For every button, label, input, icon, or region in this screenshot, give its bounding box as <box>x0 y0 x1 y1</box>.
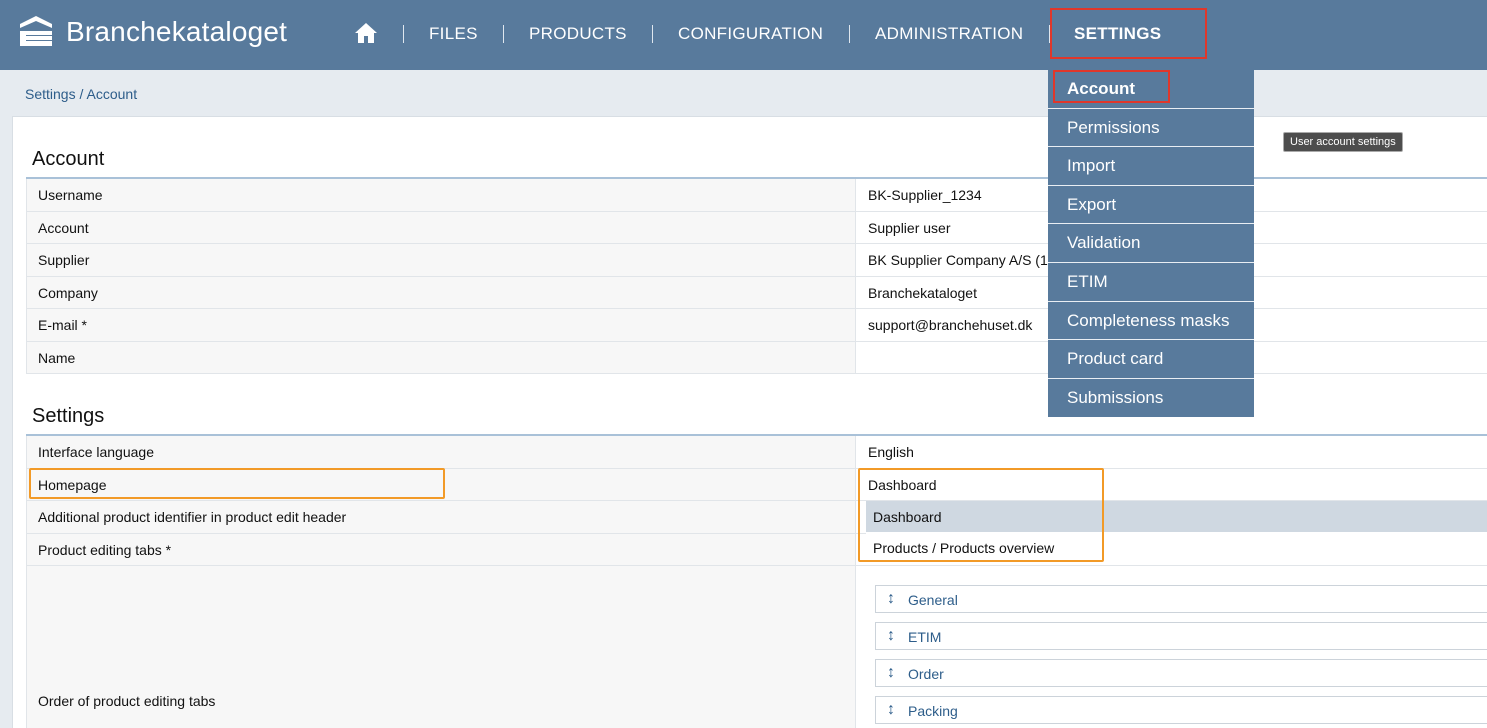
menu-item-label: Completeness masks <box>1067 310 1230 330</box>
row-label: Username <box>38 187 103 203</box>
homepage-label-highlight <box>29 468 445 499</box>
account-row-account: Account Supplier user <box>26 212 1487 244</box>
top-navigation-bar: Branchekataloget FILES PRODUCTS CONFIGUR… <box>0 0 1487 70</box>
settings-row-interface-language: Interface language English <box>26 436 1487 469</box>
account-menu-highlight-box <box>1053 70 1170 103</box>
tab-order-label: Order <box>908 666 944 682</box>
menu-item-validation[interactable]: Validation <box>1048 224 1254 263</box>
menu-item-etim[interactable]: ETIM <box>1048 263 1254 302</box>
row-label: E-mail * <box>38 317 88 333</box>
breadcrumb-settings[interactable]: Settings <box>25 86 76 102</box>
nav-configuration[interactable]: CONFIGURATION <box>678 24 823 44</box>
menu-item-label: Submissions <box>1067 387 1164 407</box>
tab-order-item-packing[interactable]: ↕ Packing <box>875 696 1487 724</box>
nav-separator <box>652 25 653 43</box>
drag-handle-icon[interactable]: ↕ <box>887 590 895 608</box>
settings-dropdown-menu: Account Permissions Import Export Valida… <box>1048 70 1254 418</box>
account-type-value: Supplier user <box>868 219 951 236</box>
menu-item-permissions[interactable]: Permissions <box>1048 109 1254 148</box>
menu-item-label: Product card <box>1067 349 1164 369</box>
tab-order-item-etim[interactable]: ↕ ETIM <box>875 622 1487 650</box>
tab-order-item-order[interactable]: ↕ Order <box>875 659 1487 687</box>
account-tooltip: User account settings <box>1283 132 1403 152</box>
settings-highlight-box <box>1050 8 1207 59</box>
menu-item-label: Import <box>1067 156 1116 176</box>
row-label: Order of product editing tabs <box>38 693 216 709</box>
drag-handle-icon[interactable]: ↕ <box>887 664 895 682</box>
nav-separator <box>849 25 850 43</box>
tab-order-label: ETIM <box>908 629 942 645</box>
account-row-name: Name <box>26 342 1487 374</box>
row-label: Additional product identifier in product… <box>38 509 347 525</box>
tab-order-item-general[interactable]: ↕ General <box>875 585 1487 613</box>
menu-item-submissions[interactable]: Submissions <box>1048 379 1254 418</box>
email-field[interactable]: support@branchehuset.dk <box>868 317 1032 333</box>
tab-order-label: Packing <box>908 703 958 719</box>
menu-item-label: Permissions <box>1067 117 1160 137</box>
nav-separator <box>403 25 404 43</box>
account-row-email: E-mail * support@branchehuset.dk <box>26 309 1487 342</box>
nav-products[interactable]: PRODUCTS <box>529 24 627 44</box>
row-label: Name <box>38 349 76 366</box>
tab-order-label: General <box>908 592 958 608</box>
logo-icon <box>20 16 52 46</box>
row-label: Company <box>38 284 98 301</box>
breadcrumb-separator: / <box>75 86 87 102</box>
homepage-dropdown-highlight <box>858 468 1104 562</box>
menu-item-export[interactable]: Export <box>1048 186 1254 225</box>
nav-separator <box>503 25 504 43</box>
brand-name: Branchekataloget <box>66 16 288 47</box>
account-row-username: Username BK-Supplier_1234 <box>26 179 1487 212</box>
menu-item-product-card[interactable]: Product card <box>1048 340 1254 379</box>
row-label: Supplier <box>38 252 90 268</box>
username-value: BK-Supplier_1234 <box>868 187 982 203</box>
account-row-supplier: Supplier BK Supplier Company A/S (12 <box>26 244 1487 277</box>
settings-section-title: Settings <box>32 405 105 427</box>
row-label: Product editing tabs * <box>38 541 172 558</box>
account-row-company: Company Branchekataloget <box>26 277 1487 309</box>
account-section-title: Account <box>32 148 105 170</box>
menu-item-label: Export <box>1067 194 1117 214</box>
nav-administration[interactable]: ADMINISTRATION <box>875 24 1023 44</box>
menu-item-label: ETIM <box>1067 271 1108 291</box>
supplier-value: BK Supplier Company A/S (12 <box>868 252 1056 268</box>
drag-handle-icon[interactable]: ↕ <box>887 701 895 719</box>
row-label: Interface language <box>38 444 154 460</box>
breadcrumb: Settings / Account <box>25 86 137 102</box>
menu-item-import[interactable]: Import <box>1048 147 1254 186</box>
row-label: Account <box>38 219 89 236</box>
company-value: Branchekataloget <box>868 284 977 301</box>
home-icon[interactable] <box>354 22 378 44</box>
interface-language-select[interactable]: English <box>868 444 914 460</box>
nav-files[interactable]: FILES <box>429 24 478 44</box>
breadcrumb-account[interactable]: Account <box>87 86 138 102</box>
menu-item-label: Validation <box>1067 233 1141 253</box>
drag-handle-icon[interactable]: ↕ <box>887 627 895 645</box>
menu-item-completeness-masks[interactable]: Completeness masks <box>1048 302 1254 341</box>
